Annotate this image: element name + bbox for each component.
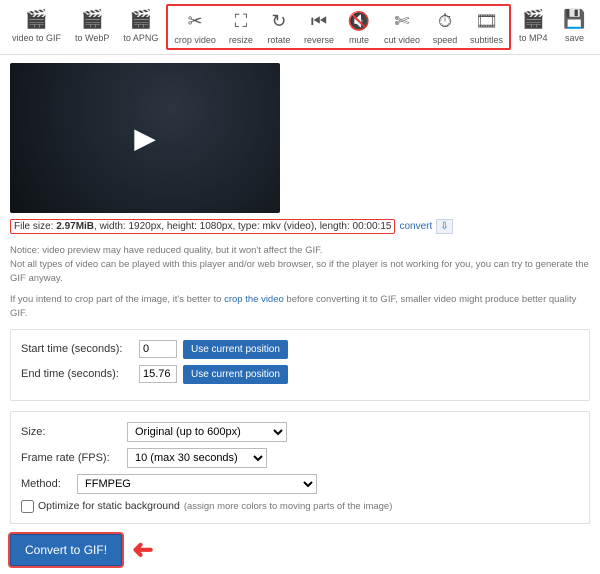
tool-cut-video[interactable]: ✄cut video — [378, 6, 426, 48]
method-select[interactable]: FFMPEG — [77, 474, 317, 494]
tool-reverse[interactable]: ⏮reverse — [298, 6, 340, 48]
notice-text: Notice: video preview may have reduced q… — [10, 244, 590, 285]
fps-select[interactable]: 10 (max 30 seconds) — [127, 448, 267, 468]
fps-label: Frame rate (FPS): — [21, 452, 121, 464]
use-current-end-button[interactable]: Use current position — [183, 365, 288, 384]
options-panel: Size: Original (up to 600px) Frame rate (… — [10, 411, 590, 524]
tool-resize[interactable]: ⛶resize — [222, 6, 260, 48]
size-label: Size: — [21, 426, 121, 438]
tool-video-to-gif[interactable]: 🎬video to GIF — [6, 4, 67, 50]
time-panel: Start time (seconds): Use current positio… — [10, 329, 590, 401]
save-icon: 💾 — [563, 7, 587, 31]
optimize-label: Optimize for static background — [38, 500, 180, 512]
optimize-hint: (assign more colors to moving parts of t… — [184, 501, 393, 512]
subtitles-icon: 🎞 — [475, 9, 499, 33]
tool-to-mp4[interactable]: 🎬to MP4 — [513, 4, 554, 50]
crop-icon: ✂ — [183, 9, 207, 33]
mute-icon: 🔇 — [347, 9, 371, 33]
film-icon: 🎬 — [129, 7, 153, 31]
tool-to-webp[interactable]: 🎬to WebP — [69, 4, 115, 50]
cut-icon: ✄ — [390, 9, 414, 33]
crop-video-link[interactable]: crop the video — [224, 294, 284, 305]
tool-to-apng[interactable]: 🎬to APNG — [117, 4, 164, 50]
video-preview[interactable]: ▶ — [10, 63, 280, 213]
crop-hint-text: If you intend to crop part of the image,… — [10, 293, 590, 321]
arrow-icon: ➜ — [132, 534, 154, 565]
size-select[interactable]: Original (up to 600px) — [127, 422, 287, 442]
film-icon: 🎬 — [80, 7, 104, 31]
start-time-input[interactable] — [139, 340, 177, 358]
download-button[interactable]: ⇩ — [436, 219, 452, 234]
optimize-checkbox[interactable] — [21, 500, 34, 513]
rotate-icon: ↻ — [267, 9, 291, 33]
tool-speed[interactable]: ⏱speed — [426, 6, 464, 48]
resize-icon: ⛶ — [229, 9, 253, 33]
file-info-row: File size: 2.97MiB, width: 1920px, heigh… — [10, 219, 590, 234]
tool-subtitles[interactable]: 🎞subtitles — [464, 6, 509, 48]
use-current-start-button[interactable]: Use current position — [183, 340, 288, 359]
end-time-label: End time (seconds): — [21, 368, 133, 380]
film-icon: 🎬 — [521, 7, 545, 31]
film-icon: 🎬 — [25, 7, 49, 31]
file-info: File size: 2.97MiB, width: 1920px, heigh… — [10, 219, 395, 234]
tool-rotate[interactable]: ↻rotate — [260, 6, 298, 48]
play-icon: ▶ — [134, 122, 156, 155]
tool-mute[interactable]: 🔇mute — [340, 6, 378, 48]
method-label: Method: — [21, 478, 71, 490]
convert-to-gif-button[interactable]: Convert to GIF! — [10, 534, 122, 566]
start-time-label: Start time (seconds): — [21, 343, 133, 355]
end-time-input[interactable] — [139, 365, 177, 383]
highlighted-tools: ✂crop video ⛶resize ↻rotate ⏮reverse 🔇mu… — [166, 4, 511, 50]
tool-save[interactable]: 💾save — [556, 4, 594, 50]
convert-link[interactable]: convert — [399, 221, 432, 232]
toolbar: 🎬video to GIF 🎬to WebP 🎬to APNG ✂crop vi… — [0, 0, 600, 55]
reverse-icon: ⏮ — [307, 9, 331, 33]
speed-icon: ⏱ — [433, 9, 457, 33]
tool-crop-video[interactable]: ✂crop video — [168, 6, 222, 48]
